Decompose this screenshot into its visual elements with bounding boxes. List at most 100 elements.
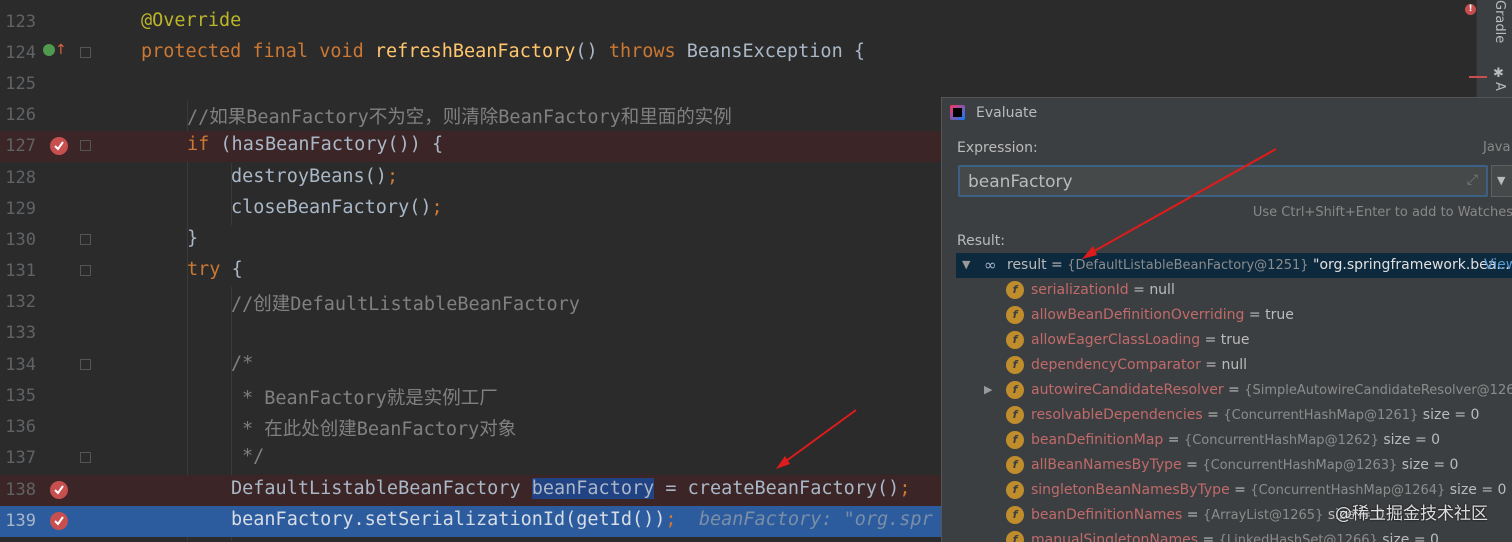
code-text: protected final void refreshBeanFactory(… bbox=[141, 41, 865, 62]
code-text: if (hasBeanFactory()) { bbox=[187, 134, 444, 155]
field-text: serializationId = null bbox=[1031, 282, 1175, 298]
dialog-titlebar[interactable]: Evaluate bbox=[942, 98, 1512, 128]
expression-field[interactable]: ⤢ bbox=[958, 165, 1488, 197]
field-icon: f bbox=[1006, 306, 1024, 324]
line-number: 133 bbox=[5, 323, 36, 343]
field-icon: f bbox=[1006, 456, 1024, 474]
field-row[interactable]: ▶ f autowireCandidateResolver = {SimpleAut… bbox=[956, 378, 1512, 403]
field-icon: f bbox=[1006, 506, 1024, 524]
history-dropdown-button[interactable]: ▼ bbox=[1491, 165, 1512, 197]
up-arrow-icon: ↑ bbox=[55, 42, 67, 58]
fold-marker-icon[interactable] bbox=[80, 452, 91, 463]
result-text: result = {DefaultListableBeanFactory@125… bbox=[1007, 257, 1510, 273]
code-text: DefaultListableBeanFactory beanFactory =… bbox=[231, 478, 911, 499]
breakpoint-icon[interactable] bbox=[50, 137, 68, 155]
field-icon: f bbox=[1006, 356, 1024, 374]
line-number: 136 bbox=[5, 417, 36, 437]
fold-marker-icon[interactable] bbox=[80, 140, 91, 151]
code-comment: * 在此处创建BeanFactory对象 bbox=[242, 419, 517, 440]
dialog-title: Evaluate bbox=[976, 105, 1038, 121]
breakpoint-icon[interactable] bbox=[50, 512, 68, 530]
field-row[interactable]: f allBeanNamesByType = {ConcurrentHashMap… bbox=[956, 453, 1512, 478]
code-comment: * BeanFactory就是实例工厂 bbox=[242, 388, 498, 409]
language-label[interactable]: Java bbox=[1483, 140, 1510, 155]
code-text: closeBeanFactory(); bbox=[231, 197, 443, 218]
line-number: 139 bbox=[5, 511, 36, 531]
gradle-tool-tab[interactable]: Gradle bbox=[1492, 0, 1507, 43]
error-stripe[interactable] bbox=[1469, 76, 1487, 78]
field-icon: f bbox=[1006, 406, 1024, 424]
field-text: beanDefinitionMap = {ConcurrentHashMap@1… bbox=[1031, 432, 1441, 448]
line-number: 130 bbox=[5, 230, 36, 250]
field-row[interactable]: f beanDefinitionMap = {ConcurrentHashMap@… bbox=[956, 428, 1512, 453]
field-row[interactable]: f resolvableDependencies = {ConcurrentHas… bbox=[956, 403, 1512, 428]
inline-debug-value: beanFactory: "org.spr bbox=[698, 509, 933, 530]
ant-icon: ✱ bbox=[1493, 66, 1504, 81]
line-number: 135 bbox=[5, 386, 36, 406]
fold-marker-icon[interactable] bbox=[80, 359, 91, 370]
error-indicator-icon[interactable]: ! bbox=[1465, 4, 1476, 15]
field-row[interactable]: f allowBeanDefinitionOverriding = true bbox=[956, 303, 1512, 328]
line-number: 138 bbox=[5, 480, 36, 500]
code-comment: /* bbox=[231, 353, 254, 374]
fold-marker-icon[interactable] bbox=[80, 234, 91, 245]
code-text: beanFactory.setSerializationId(getId());… bbox=[231, 509, 933, 530]
field-text: allowEagerClassLoading = true bbox=[1031, 332, 1250, 348]
code-text: } bbox=[187, 228, 199, 249]
field-icon: f bbox=[1006, 381, 1024, 399]
result-row[interactable]: ▼ ∞ result = {DefaultListableBeanFactory… bbox=[956, 253, 1512, 278]
view-link[interactable]: View bbox=[1484, 257, 1512, 273]
line-number: 132 bbox=[5, 292, 36, 312]
field-text: allowBeanDefinitionOverriding = true bbox=[1031, 307, 1294, 323]
ant-tool-tab[interactable]: A bbox=[1492, 82, 1507, 91]
line-number: 125 bbox=[5, 74, 36, 94]
field-icon: f bbox=[1006, 481, 1024, 499]
code-comment: //创建DefaultListableBeanFactory bbox=[231, 294, 580, 315]
code-comment: */ bbox=[242, 446, 265, 467]
expression-label: Expression: bbox=[957, 140, 1038, 156]
field-icon: f bbox=[1006, 281, 1024, 299]
field-row[interactable]: f dependencyComparator = null bbox=[956, 353, 1512, 378]
field-text: dependencyComparator = null bbox=[1031, 357, 1247, 373]
field-text: beanDefinitionNames = {ArrayList@1265} s… bbox=[1031, 507, 1385, 523]
field-row[interactable]: f manualSingletonNames = {LinkedHashSet@1… bbox=[956, 528, 1512, 542]
field-text: singletonBeanNamesByType = {ConcurrentHa… bbox=[1031, 482, 1507, 498]
field-row[interactable]: f serializationId = null bbox=[956, 278, 1512, 303]
expand-arrow-icon[interactable]: ▶ bbox=[984, 383, 992, 396]
field-text: autowireCandidateResolver = {SimpleAutow… bbox=[1031, 382, 1512, 398]
watches-hint: Use Ctrl+Shift+Enter to add to Watches bbox=[1252, 205, 1512, 220]
line-number: 126 bbox=[5, 105, 36, 125]
code-comment: //如果BeanFactory不为空，则清除BeanFactory和里面的实例 bbox=[187, 107, 732, 128]
code-line-123[interactable]: 123 @Override bbox=[0, 7, 1476, 38]
watch-glasses-icon: ∞ bbox=[984, 256, 997, 274]
line-number: 123 bbox=[5, 12, 36, 32]
chevron-down-icon: ▼ bbox=[1497, 174, 1506, 187]
watermark: @稀土掘金技术社区 bbox=[1335, 504, 1488, 524]
line-number: 124 bbox=[5, 43, 36, 63]
fold-marker-icon[interactable] bbox=[80, 265, 91, 276]
code-line-125[interactable]: 125 bbox=[0, 69, 1476, 100]
field-icon: f bbox=[1006, 331, 1024, 349]
code-line-124[interactable]: 124 ↑ protected final void refreshBeanFa… bbox=[0, 38, 1476, 69]
code-text: @Override bbox=[141, 10, 242, 31]
line-number: 129 bbox=[5, 199, 36, 219]
intellij-logo-icon bbox=[950, 105, 965, 120]
breakpoint-icon[interactable] bbox=[50, 481, 68, 499]
field-icon: f bbox=[1006, 531, 1024, 542]
field-text: resolvableDependencies = {ConcurrentHash… bbox=[1031, 407, 1480, 423]
fold-marker-icon[interactable] bbox=[80, 47, 91, 58]
code-text: destroyBeans(); bbox=[231, 166, 399, 187]
evaluate-dialog: Evaluate Expression: Java ⤢ ▼ Use Ctrl+S… bbox=[941, 97, 1512, 542]
expand-arrow-icon[interactable]: ▼ bbox=[962, 258, 970, 271]
expression-input[interactable] bbox=[966, 169, 1450, 195]
field-row[interactable]: f allowEagerClassLoading = true bbox=[956, 328, 1512, 353]
field-text: allBeanNamesByType = {ConcurrentHashMap@… bbox=[1031, 457, 1459, 473]
line-number: 137 bbox=[5, 448, 36, 468]
line-number: 128 bbox=[5, 168, 36, 188]
line-number: 127 bbox=[5, 136, 36, 156]
override-icon[interactable] bbox=[43, 44, 55, 56]
field-icon: f bbox=[1006, 431, 1024, 449]
result-label: Result: bbox=[957, 233, 1005, 249]
line-number: 134 bbox=[5, 355, 36, 375]
expand-icon[interactable]: ⤢ bbox=[1467, 172, 1478, 188]
